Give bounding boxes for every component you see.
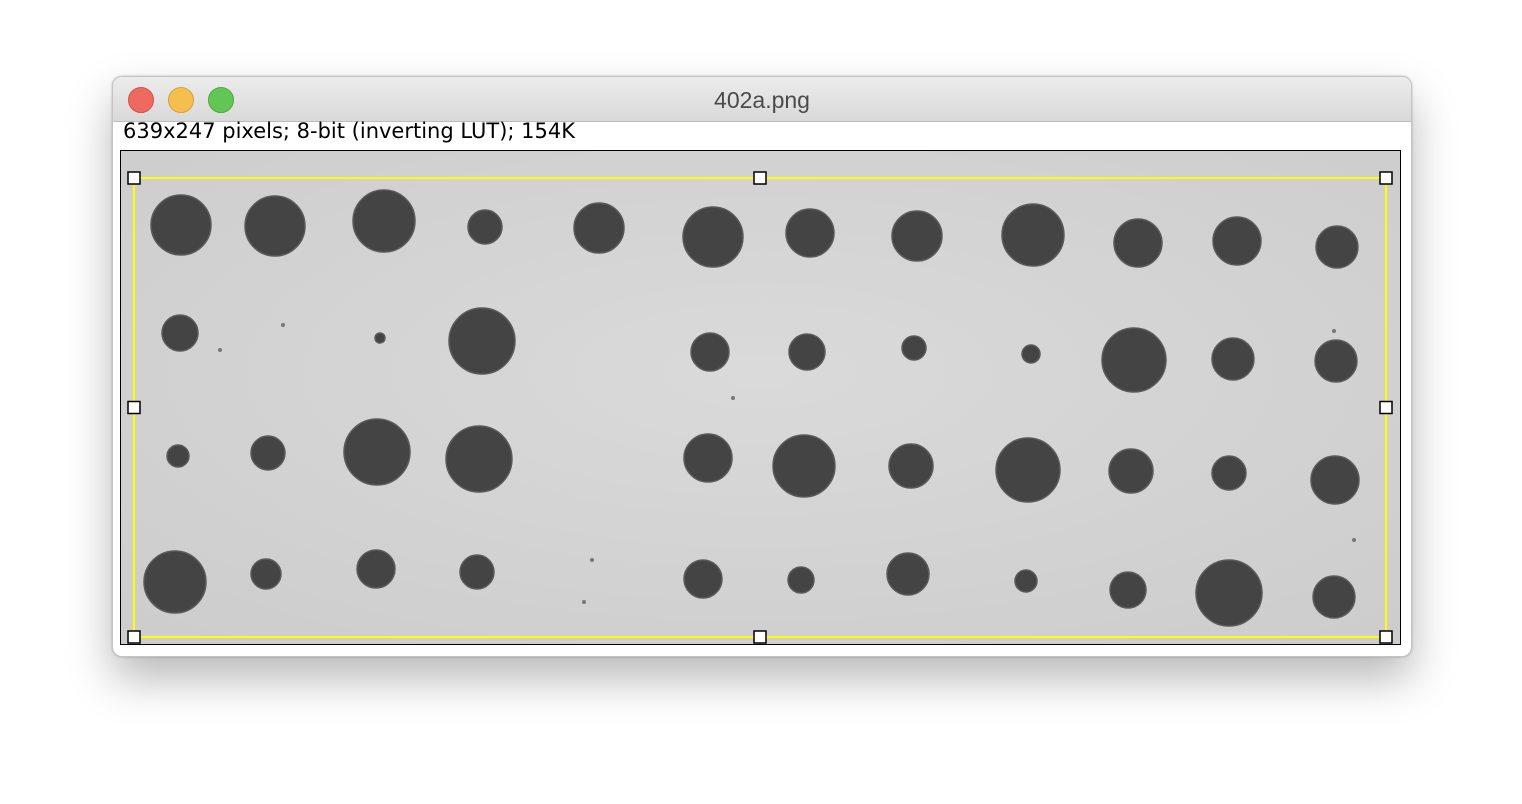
colony-spot [467, 209, 503, 245]
dust-speck [731, 396, 735, 400]
colony-spot [250, 558, 282, 590]
colony-spot [445, 425, 513, 493]
dust-speck [281, 323, 285, 327]
image-view[interactable] [121, 151, 1400, 644]
colony-spot [166, 444, 190, 468]
colony-spot [788, 333, 826, 371]
dust-speck [590, 558, 594, 562]
colony-spot [343, 418, 411, 486]
colony-spot [356, 549, 396, 589]
colony-spot [772, 434, 836, 498]
colony-spot [161, 314, 199, 352]
dust-speck [218, 348, 222, 352]
dust-speck [582, 600, 586, 604]
colony-spot [1310, 455, 1360, 505]
selection-handle[interactable] [1379, 400, 1393, 415]
colony-spot [448, 307, 516, 375]
window-title: 402a.png [714, 87, 810, 113]
colony-spot [1014, 569, 1038, 593]
colony-spot [1315, 225, 1359, 269]
dust-speck [1352, 538, 1356, 542]
colony-spot [683, 559, 723, 599]
selection-handle[interactable] [1379, 171, 1393, 185]
colony-spot [787, 566, 815, 594]
colony-spot [1312, 575, 1356, 619]
selection-handle[interactable] [127, 171, 141, 185]
colony-spot [573, 202, 625, 254]
colony-spot [352, 189, 416, 253]
selection-handle[interactable] [753, 171, 767, 185]
colony-spot [1021, 344, 1041, 364]
colony-spot [244, 195, 306, 257]
colony-spot [682, 206, 744, 268]
colony-spot [250, 435, 286, 471]
colony-spot [374, 332, 386, 344]
colony-spot [1101, 327, 1167, 393]
colony-spot [785, 208, 835, 258]
colony-spot [1001, 203, 1065, 267]
title-bar[interactable]: 402a.png [113, 77, 1411, 122]
colony-spot [1108, 448, 1154, 494]
colony-spot [150, 194, 212, 256]
image-window: 402a.png 639x247 pixels; 8-bit (invertin… [112, 76, 1412, 657]
colony-spot [1314, 339, 1358, 383]
selection-handle[interactable] [1379, 630, 1393, 644]
colony-spot [901, 335, 927, 361]
colony-spot [886, 552, 930, 596]
colony-spot [995, 437, 1061, 503]
colony-spot [143, 550, 207, 614]
colony-spot [888, 443, 934, 489]
colony-spot [683, 433, 733, 483]
image-info-text: 639x247 pixels; 8-bit (inverting LUT); 1… [123, 119, 576, 143]
selection-handle[interactable] [753, 630, 767, 644]
colony-spot [1211, 337, 1255, 381]
colony-spot [1113, 218, 1163, 268]
colony-spot [1109, 571, 1147, 609]
colony-spot [1212, 216, 1262, 266]
colony-spot [459, 554, 495, 590]
selection-handle[interactable] [127, 630, 141, 644]
colony-spot [1211, 455, 1247, 491]
selection-handle[interactable] [127, 400, 141, 415]
colony-spot [690, 332, 730, 372]
colony-spot [891, 210, 943, 262]
dust-speck [1332, 329, 1336, 333]
colony-spot [1195, 559, 1263, 627]
image-canvas[interactable] [120, 150, 1401, 645]
